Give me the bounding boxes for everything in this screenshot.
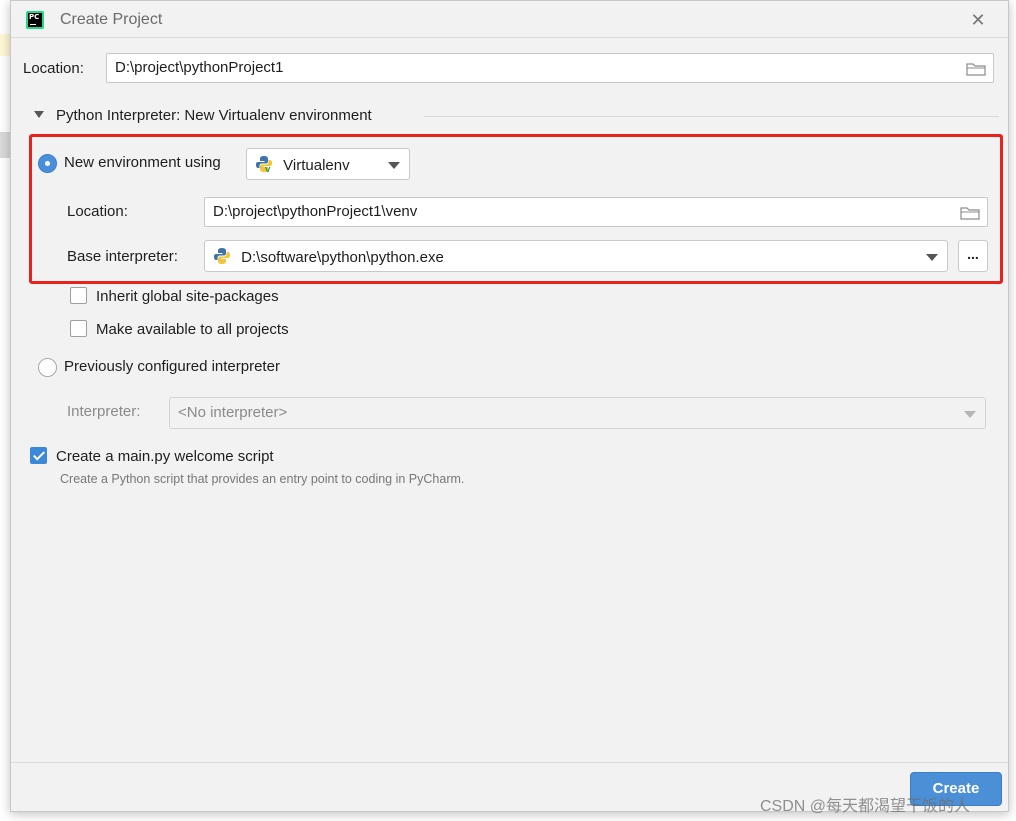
venv-location-label: Location:	[67, 203, 128, 220]
inherit-packages-checkbox[interactable]	[70, 287, 87, 304]
new-environment-radio[interactable]	[38, 154, 57, 173]
dialog-title: Create Project	[60, 11, 163, 28]
venv-location-input[interactable]: D:\project\pythonProject1\venv	[204, 197, 988, 227]
python-icon	[214, 248, 230, 264]
interpreter-section-header[interactable]: Python Interpreter: New Virtualenv envir…	[34, 105, 1009, 127]
location-value: D:\project\pythonProject1	[115, 59, 284, 76]
make-available-label: Make available to all projects	[96, 321, 289, 338]
create-project-dialog: PC Create Project ✕ Location: D:\project…	[10, 0, 1009, 812]
welcome-script-checkbox[interactable]	[30, 447, 47, 464]
folder-icon[interactable]	[966, 62, 986, 76]
svg-text:V: V	[265, 166, 271, 173]
interpreter-section-title: Python Interpreter: New Virtualenv envir…	[56, 107, 372, 124]
interpreter-value: <No interpreter>	[178, 404, 288, 421]
footer-divider	[11, 762, 1008, 763]
interpreter-label: Interpreter:	[67, 403, 141, 420]
venv-location-value: D:\project\pythonProject1\venv	[213, 203, 418, 220]
location-label: Location:	[23, 60, 84, 77]
chevron-down-icon	[388, 162, 400, 169]
base-interpreter-value: D:\software\python\python.exe	[241, 249, 444, 266]
previous-interpreter-label: Previously configured interpreter	[64, 358, 280, 375]
welcome-script-hint: Create a Python script that provides an …	[60, 472, 465, 486]
welcome-script-label: Create a main.py welcome script	[56, 448, 274, 465]
close-icon[interactable]: ✕	[966, 8, 990, 32]
base-interpreter-select[interactable]: D:\software\python\python.exe	[204, 240, 948, 272]
browse-interpreter-button[interactable]: ...	[958, 240, 988, 272]
environment-tool-value: Virtualenv	[283, 157, 350, 174]
chevron-down-icon	[926, 254, 938, 261]
interpreter-select[interactable]: <No interpreter>	[169, 397, 986, 429]
python-icon: V	[256, 156, 272, 173]
previous-interpreter-radio[interactable]	[38, 358, 57, 377]
new-environment-label: New environment using	[64, 154, 221, 171]
title-bar: PC Create Project ✕	[11, 1, 1008, 38]
collapse-triangle-icon[interactable]	[34, 111, 44, 118]
watermark: CSDN @每天都渴望干饭的人	[760, 798, 971, 815]
inherit-packages-label: Inherit global site-packages	[96, 288, 279, 305]
chevron-down-icon	[964, 411, 976, 418]
folder-icon[interactable]	[960, 206, 980, 220]
environment-tool-select[interactable]: V Virtualenv	[246, 148, 410, 180]
base-interpreter-label: Base interpreter:	[67, 248, 178, 265]
pycharm-logo-icon: PC	[26, 11, 44, 29]
section-divider	[424, 116, 999, 117]
location-input[interactable]: D:\project\pythonProject1	[106, 53, 994, 83]
make-available-checkbox[interactable]	[70, 320, 87, 337]
